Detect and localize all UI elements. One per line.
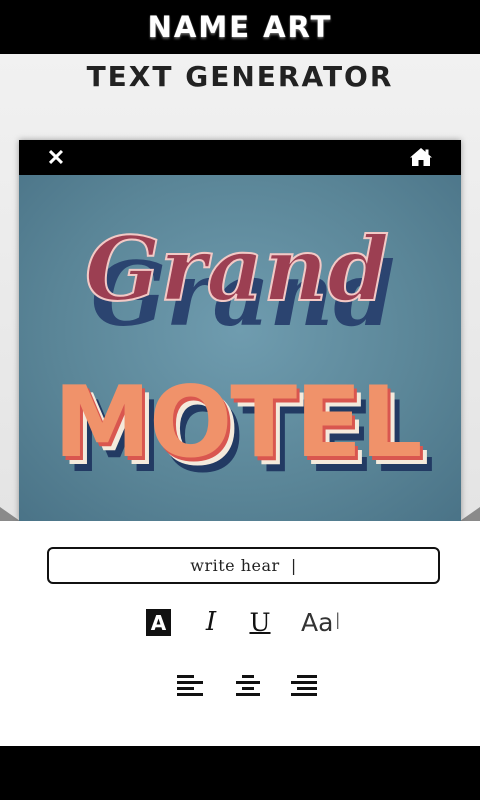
- align-right-icon[interactable]: [290, 674, 318, 698]
- app-title: NAME ART: [147, 10, 333, 44]
- art-text-input[interactable]: [47, 547, 440, 584]
- page-subtitle: TEXT GENERATOR: [86, 60, 394, 93]
- home-icon[interactable]: [409, 146, 435, 170]
- workspace: TEXT GENERATOR ✕ Grand Grand MOTEL MOTEL: [0, 54, 480, 521]
- editor-panel: A I U AaI: [0, 521, 480, 746]
- font-size-button[interactable]: Aa I: [298, 607, 344, 637]
- grand-text: Grand: [85, 217, 389, 321]
- align-center-icon[interactable]: [234, 674, 262, 698]
- italic-button[interactable]: I: [198, 607, 224, 637]
- bottom-bar: [0, 746, 480, 800]
- motel-text: MOTEL: [53, 366, 420, 480]
- art-viewer: ✕ Grand Grand MOTEL MOTEL MOTEL MOTEL: [19, 140, 461, 521]
- text-art-image[interactable]: Grand Grand MOTEL MOTEL MOTEL MOTEL: [19, 175, 461, 521]
- viewer-toolbar: ✕: [19, 140, 461, 175]
- bold-button[interactable]: A: [146, 609, 171, 636]
- align-left-icon[interactable]: [176, 674, 204, 698]
- app-header: NAME ART: [0, 0, 480, 54]
- stage-shadow-right: [460, 507, 480, 521]
- stage-shadow-left: [0, 507, 20, 521]
- text-cursor-icon: I: [334, 609, 341, 635]
- underline-button[interactable]: U: [246, 607, 274, 637]
- close-icon[interactable]: ✕: [43, 145, 69, 171]
- font-size-label: Aa: [301, 607, 334, 637]
